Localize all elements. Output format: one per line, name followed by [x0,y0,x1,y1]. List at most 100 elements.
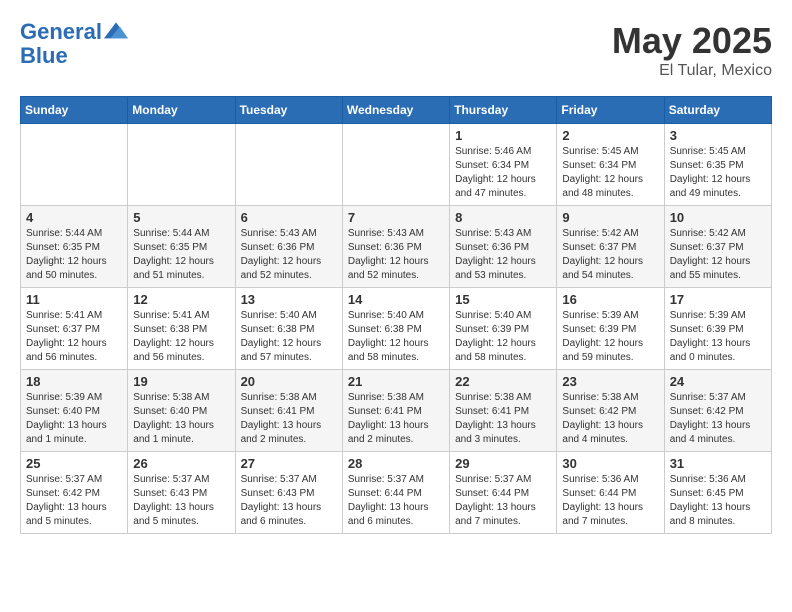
day-number: 16 [562,292,658,307]
day-info: Sunrise: 5:40 AM Sunset: 6:38 PM Dayligh… [348,309,444,365]
day-cell-26: 26 Sunrise: 5:37 AM Sunset: 6:43 PM Dayli… [128,452,235,534]
day-info: Sunrise: 5:44 AM Sunset: 6:35 PM Dayligh… [133,227,229,283]
day-info: Sunrise: 5:37 AM Sunset: 6:43 PM Dayligh… [241,473,337,529]
day-cell-24: 24 Sunrise: 5:37 AM Sunset: 6:42 PM Dayli… [664,370,771,452]
weekday-header-friday: Friday [557,97,664,124]
day-info: Sunrise: 5:38 AM Sunset: 6:40 PM Dayligh… [133,391,229,447]
week-row-5: 25Sunrise: 5:37 AM Sunset: 6:42 PM Dayli… [21,452,772,534]
day-cell-31: 31 Sunrise: 5:36 AM Sunset: 6:45 PM Dayli… [664,452,771,534]
day-number: 23 [562,374,658,389]
day-info: Sunrise: 5:43 AM Sunset: 6:36 PM Dayligh… [241,227,337,283]
day-number: 10 [670,210,766,225]
day-info: Sunrise: 5:36 AM Sunset: 6:45 PM Dayligh… [670,473,766,529]
empty-cell [235,124,342,206]
day-number: 31 [670,456,766,471]
weekday-header-saturday: Saturday [664,97,771,124]
weekday-header-monday: Monday [128,97,235,124]
day-number: 28 [348,456,444,471]
day-cell-5: 5 Sunrise: 5:44 AM Sunset: 6:35 PM Daylig… [128,206,235,288]
day-cell-23: 23 Sunrise: 5:38 AM Sunset: 6:42 PM Dayli… [557,370,664,452]
day-cell-19: 19 Sunrise: 5:38 AM Sunset: 6:40 PM Dayli… [128,370,235,452]
day-info: Sunrise: 5:43 AM Sunset: 6:36 PM Dayligh… [348,227,444,283]
day-number: 14 [348,292,444,307]
day-info: Sunrise: 5:42 AM Sunset: 6:37 PM Dayligh… [562,227,658,283]
month-title: May 2025 [612,20,772,62]
day-number: 5 [133,210,229,225]
day-info: Sunrise: 5:37 AM Sunset: 6:43 PM Dayligh… [133,473,229,529]
day-cell-29: 29Sunrise: 5:37 AM Sunset: 6:44 PM Dayli… [450,452,557,534]
week-row-4: 18Sunrise: 5:39 AM Sunset: 6:40 PM Dayli… [21,370,772,452]
day-cell-7: 7 Sunrise: 5:43 AM Sunset: 6:36 PM Daylig… [342,206,449,288]
day-cell-28: 28 Sunrise: 5:37 AM Sunset: 6:44 PM Dayli… [342,452,449,534]
day-info: Sunrise: 5:41 AM Sunset: 6:37 PM Dayligh… [26,309,122,365]
day-info: Sunrise: 5:38 AM Sunset: 6:41 PM Dayligh… [241,391,337,447]
day-cell-30: 30Sunrise: 5:36 AM Sunset: 6:44 PM Dayli… [557,452,664,534]
day-number: 25 [26,456,122,471]
day-info: Sunrise: 5:38 AM Sunset: 6:41 PM Dayligh… [455,391,551,447]
day-number: 22 [455,374,551,389]
day-cell-8: 8 Sunrise: 5:43 AM Sunset: 6:36 PM Daylig… [450,206,557,288]
day-cell-6: 6 Sunrise: 5:43 AM Sunset: 6:36 PM Daylig… [235,206,342,288]
day-info: Sunrise: 5:40 AM Sunset: 6:39 PM Dayligh… [455,309,551,365]
day-cell-1: 1Sunrise: 5:46 AM Sunset: 6:34 PM Daylig… [450,124,557,206]
day-cell-9: 9 Sunrise: 5:42 AM Sunset: 6:37 PM Daylig… [557,206,664,288]
day-cell-21: 21 Sunrise: 5:38 AM Sunset: 6:41 PM Dayli… [342,370,449,452]
day-info: Sunrise: 5:37 AM Sunset: 6:44 PM Dayligh… [348,473,444,529]
day-cell-14: 14 Sunrise: 5:40 AM Sunset: 6:38 PM Dayli… [342,288,449,370]
day-number: 7 [348,210,444,225]
day-info: Sunrise: 5:38 AM Sunset: 6:41 PM Dayligh… [348,391,444,447]
day-info: Sunrise: 5:37 AM Sunset: 6:42 PM Dayligh… [670,391,766,447]
logo-blue: Blue [20,44,128,68]
day-cell-22: 22 Sunrise: 5:38 AM Sunset: 6:41 PM Dayli… [450,370,557,452]
day-cell-18: 18Sunrise: 5:39 AM Sunset: 6:40 PM Dayli… [21,370,128,452]
day-info: Sunrise: 5:42 AM Sunset: 6:37 PM Dayligh… [670,227,766,283]
weekday-header-sunday: Sunday [21,97,128,124]
day-number: 21 [348,374,444,389]
week-row-3: 11Sunrise: 5:41 AM Sunset: 6:37 PM Dayli… [21,288,772,370]
day-number: 30 [562,456,658,471]
day-number: 8 [455,210,551,225]
day-cell-20: 20 Sunrise: 5:38 AM Sunset: 6:41 PM Dayli… [235,370,342,452]
logo: General Blue [20,20,128,68]
day-cell-16: 16 Sunrise: 5:39 AM Sunset: 6:39 PM Dayli… [557,288,664,370]
empty-cell [128,124,235,206]
day-info: Sunrise: 5:38 AM Sunset: 6:42 PM Dayligh… [562,391,658,447]
empty-cell [21,124,128,206]
logo-text: General [20,20,102,44]
calendar: SundayMondayTuesdayWednesdayThursdayFrid… [20,96,772,534]
day-info: Sunrise: 5:41 AM Sunset: 6:38 PM Dayligh… [133,309,229,365]
day-number: 2 [562,128,658,143]
day-number: 19 [133,374,229,389]
weekday-header-wednesday: Wednesday [342,97,449,124]
day-number: 6 [241,210,337,225]
day-info: Sunrise: 5:37 AM Sunset: 6:44 PM Dayligh… [455,473,551,529]
day-cell-27: 27 Sunrise: 5:37 AM Sunset: 6:43 PM Dayli… [235,452,342,534]
day-number: 4 [26,210,122,225]
weekday-header-row: SundayMondayTuesdayWednesdayThursdayFrid… [21,97,772,124]
weekday-header-thursday: Thursday [450,97,557,124]
day-cell-12: 12 Sunrise: 5:41 AM Sunset: 6:38 PM Dayli… [128,288,235,370]
day-cell-2: 2 Sunrise: 5:45 AM Sunset: 6:34 PM Daylig… [557,124,664,206]
location: El Tular, Mexico [612,62,772,80]
day-number: 27 [241,456,337,471]
day-number: 20 [241,374,337,389]
empty-cell [342,124,449,206]
day-number: 17 [670,292,766,307]
day-info: Sunrise: 5:43 AM Sunset: 6:36 PM Dayligh… [455,227,551,283]
day-number: 12 [133,292,229,307]
day-info: Sunrise: 5:46 AM Sunset: 6:34 PM Dayligh… [455,145,551,201]
day-info: Sunrise: 5:39 AM Sunset: 6:39 PM Dayligh… [670,309,766,365]
day-info: Sunrise: 5:45 AM Sunset: 6:34 PM Dayligh… [562,145,658,201]
day-cell-25: 25Sunrise: 5:37 AM Sunset: 6:42 PM Dayli… [21,452,128,534]
day-cell-4: 4Sunrise: 5:44 AM Sunset: 6:35 PM Daylig… [21,206,128,288]
logo-icon [104,22,128,42]
day-info: Sunrise: 5:39 AM Sunset: 6:39 PM Dayligh… [562,309,658,365]
day-number: 24 [670,374,766,389]
day-cell-10: 10 Sunrise: 5:42 AM Sunset: 6:37 PM Dayli… [664,206,771,288]
day-info: Sunrise: 5:40 AM Sunset: 6:38 PM Dayligh… [241,309,337,365]
day-cell-11: 11Sunrise: 5:41 AM Sunset: 6:37 PM Dayli… [21,288,128,370]
day-cell-15: 15 Sunrise: 5:40 AM Sunset: 6:39 PM Dayli… [450,288,557,370]
day-number: 26 [133,456,229,471]
day-number: 9 [562,210,658,225]
day-number: 15 [455,292,551,307]
